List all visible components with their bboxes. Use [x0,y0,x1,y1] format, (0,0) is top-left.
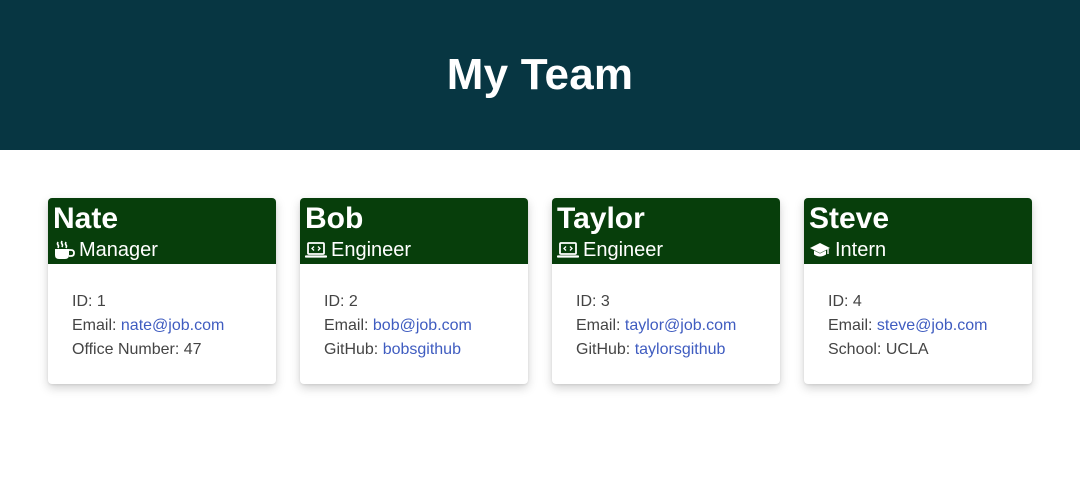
employee-name: Taylor [557,202,645,235]
employee-name: Nate [53,202,119,235]
school-label: School: [828,341,886,358]
email-link[interactable]: nate@job.com [121,317,224,334]
id-label: ID: [72,293,97,310]
id-value: 1 [96,293,106,310]
employee-school: School: UCLA [828,338,1032,362]
employee-id: ID: 4 [828,290,1032,314]
card-header: Nate Manager [48,198,276,264]
card-body: ID: 4 Email: steve@job.com School: UCLA [804,264,1032,362]
id-label: ID: [324,293,349,310]
role-label: Manager [79,239,158,261]
card-header: Bob Engineer [300,198,528,264]
role-label: Engineer [583,239,664,261]
employee-office-number: Office Number: 47 [72,338,276,362]
office-number-label: Office Number: [72,341,184,358]
page-title: My Team [446,50,634,99]
employee-role: Engineer [557,239,780,261]
employee-github: GitHub: bobsgithub [324,338,528,362]
id-value: 4 [852,293,862,310]
employee-card-engineer: Taylor Engineer ID: 3 Email: taylor@job.… [552,198,780,384]
card-body: ID: 3 Email: taylor@job.com GitHub: tayl… [552,264,780,362]
email-label: Email: [324,317,373,334]
laptop-code-icon [557,242,579,258]
employee-role: Engineer [305,239,528,261]
github-link[interactable]: taylorsgithub [635,341,726,358]
employee-email: Email: bob@job.com [324,314,528,338]
id-value: 2 [348,293,358,310]
page-header: My Team [0,0,1080,150]
id-label: ID: [828,293,853,310]
office-number-value: 47 [183,341,202,358]
email-label: Email: [828,317,877,334]
github-link[interactable]: bobsgithub [383,341,461,358]
email-link[interactable]: taylor@job.com [625,317,736,334]
role-label: Intern [835,239,887,261]
card-header: Taylor Engineer [552,198,780,264]
employee-id: ID: 1 [72,290,276,314]
id-value: 3 [600,293,610,310]
employee-email: Email: nate@job.com [72,314,276,338]
employee-card-engineer: Bob Engineer ID: 2 Email: bob@job.com Gi… [300,198,528,384]
employee-id: ID: 3 [576,290,780,314]
employee-card-manager: Nate Manager ID: 1 Email: nate@job.com O… [48,198,276,384]
team-cards: Nate Manager ID: 1 Email: nate@job.com O… [0,150,1080,492]
employee-card-intern: Steve Intern ID: 4 Email: steve@job.com … [804,198,1032,384]
card-header: Steve Intern [804,198,1032,264]
email-label: Email: [576,317,625,334]
card-body: ID: 1 Email: nate@job.com Office Number:… [48,264,276,362]
role-label: Engineer [331,239,412,261]
email-link[interactable]: steve@job.com [877,317,988,334]
school-value: UCLA [885,341,929,358]
employee-name: Bob [305,202,364,235]
employee-role: Manager [53,239,276,261]
email-link[interactable]: bob@job.com [373,317,472,334]
employee-role: Intern [809,239,1032,261]
employee-id: ID: 2 [324,290,528,314]
laptop-code-icon [305,242,327,258]
employee-email: Email: taylor@job.com [576,314,780,338]
id-label: ID: [576,293,601,310]
github-label: GitHub: [324,341,383,358]
coffee-icon [55,240,75,259]
employee-email: Email: steve@job.com [828,314,1032,338]
employee-name: Steve [809,202,890,235]
github-label: GitHub: [576,341,635,358]
card-body: ID: 2 Email: bob@job.com GitHub: bobsgit… [300,264,528,362]
employee-github: GitHub: taylorsgithub [576,338,780,362]
email-label: Email: [72,317,121,334]
graduation-cap-icon [810,243,830,257]
